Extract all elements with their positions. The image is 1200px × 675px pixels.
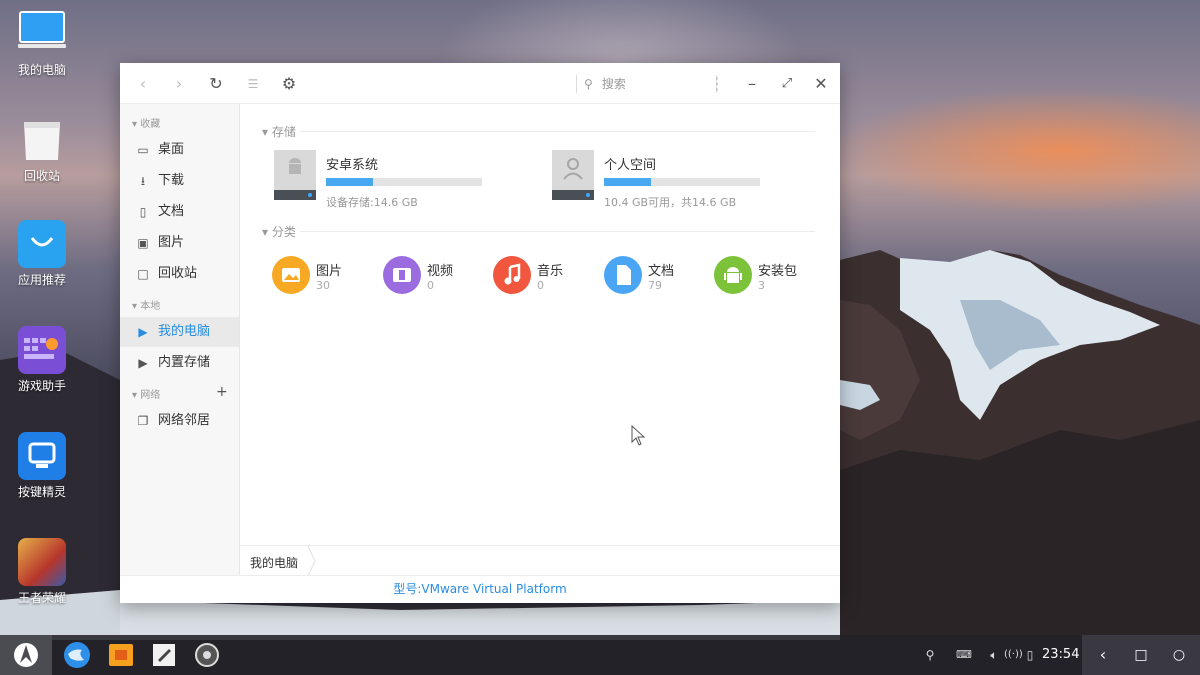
divider bbox=[300, 131, 815, 132]
user-drive-icon bbox=[552, 150, 594, 200]
drive-android-system[interactable]: 安卓系统 设备存储:14.6 GB bbox=[274, 150, 514, 210]
doc-icon bbox=[604, 256, 642, 294]
volume-icon[interactable]: 🔈︎ bbox=[984, 635, 1004, 675]
breadcrumb: 我的电脑 bbox=[240, 545, 840, 576]
status-bar: 型号:VMware Virtual Platform bbox=[120, 575, 840, 603]
back-icon[interactable]: ‹ bbox=[1084, 635, 1122, 675]
recycle-bin-icon bbox=[18, 116, 66, 164]
desktop-icon-my-computer[interactable]: 我的电脑 bbox=[8, 10, 76, 78]
breadcrumb-item[interactable]: 我的电脑 bbox=[250, 554, 298, 571]
close-icon[interactable]: ✕ bbox=[808, 71, 834, 97]
sidebar-item-documents[interactable]: ▯ 文档 bbox=[120, 197, 239, 227]
honor-of-kings-icon bbox=[18, 538, 66, 586]
more-icon[interactable]: ⋮ bbox=[704, 71, 730, 97]
sidebar-section-favorites: ▾ 收藏 bbox=[132, 119, 161, 130]
document-icon: ▯ bbox=[139, 205, 147, 219]
start-logo-icon bbox=[14, 643, 38, 667]
key-sprite-icon bbox=[18, 432, 66, 480]
apk-icon bbox=[714, 256, 752, 294]
add-network-icon[interactable]: + bbox=[216, 384, 228, 400]
notes-icon[interactable] bbox=[149, 640, 179, 670]
category-apk[interactable]: 安装包 3 bbox=[714, 256, 814, 296]
back-icon[interactable]: ‹ bbox=[130, 71, 156, 97]
storage-progress-bar bbox=[326, 178, 482, 186]
main-content: ▾ 存储 安卓系统 设备存储:14.6 GB 个人空间 10.4 GB可用，共1… bbox=[240, 104, 840, 545]
sidebar-item-my-computer[interactable]: ▶ 我的电脑 bbox=[120, 317, 239, 347]
maximize-icon[interactable]: ⤢ bbox=[774, 71, 800, 97]
desktop-icon-recycle-bin[interactable]: 回收站 bbox=[8, 116, 76, 184]
search-input[interactable]: ⚲ 搜索 bbox=[584, 73, 694, 95]
category-section-title: ▾ 分类 bbox=[262, 225, 296, 239]
network-icon[interactable]: ((·)) bbox=[1004, 635, 1023, 675]
forward-icon[interactable]: › bbox=[166, 71, 192, 97]
caret-right-icon: ▶ bbox=[138, 356, 148, 370]
network-neighborhood-icon: ❐ bbox=[137, 414, 149, 428]
sidebar-section-local: ▾ 本地 bbox=[132, 301, 161, 312]
sidebar-item-download[interactable]: ⭳ 下载 bbox=[120, 166, 239, 196]
category-pictures[interactable]: 图片 30 bbox=[272, 256, 372, 296]
browser-icon[interactable] bbox=[62, 640, 92, 670]
app-store-icon bbox=[18, 220, 66, 268]
image-icon: ▣ bbox=[137, 236, 149, 250]
breadcrumb-separator bbox=[307, 546, 316, 576]
category-music[interactable]: 音乐 0 bbox=[493, 256, 593, 296]
category-documents[interactable]: 文档 79 bbox=[604, 256, 704, 296]
picture-icon bbox=[272, 256, 310, 294]
sidebar-item-images[interactable]: ▣ 图片 bbox=[120, 228, 239, 258]
keyboard-icon[interactable]: ⌨ bbox=[952, 635, 976, 675]
desktop-icon-key-sprite[interactable]: 按键精灵 bbox=[8, 432, 76, 500]
recents-icon[interactable]: ○ bbox=[1160, 635, 1198, 675]
game-keyboard-icon bbox=[18, 326, 66, 374]
file-manager-icon[interactable] bbox=[106, 640, 136, 670]
clock[interactable]: 23:54 bbox=[1042, 635, 1079, 675]
grid-view-icon[interactable]: ☰ bbox=[240, 71, 266, 97]
drive-personal-space[interactable]: 个人空间 10.4 GB可用，共14.6 GB bbox=[552, 150, 792, 210]
caret-right-icon: ▶ bbox=[138, 325, 148, 339]
refresh-icon[interactable]: ↻ bbox=[203, 71, 229, 97]
minimize-icon[interactable]: – bbox=[739, 71, 765, 97]
taskbar: ⚲ ⌨ 🔈︎ ((·)) ▯ 23:54 ‹ □ ○ bbox=[0, 635, 1200, 675]
storage-section-title: ▾ 存储 bbox=[262, 125, 296, 139]
storage-progress-bar bbox=[604, 178, 760, 186]
download-icon: ⭳ bbox=[140, 174, 146, 188]
desktop-icon-honor-of-kings[interactable]: 王者荣耀 bbox=[8, 538, 76, 606]
category-videos[interactable]: 视频 0 bbox=[383, 256, 483, 296]
desktop-icon-game-assistant[interactable]: 游戏助手 bbox=[8, 326, 76, 394]
start-button[interactable] bbox=[0, 635, 52, 675]
computer-icon bbox=[18, 10, 66, 58]
desktop-icon: ▭ bbox=[137, 143, 149, 157]
search-icon[interactable]: ⚲ bbox=[920, 635, 940, 675]
file-manager-window: ‹ › ↻ ☰ ⚙ ⚲ 搜索 ⋮ – ⤢ ✕ ▾ 收藏 ▭ 桌面 ⭳ 下载 ▯ … bbox=[120, 63, 840, 603]
video-icon bbox=[383, 256, 421, 294]
battery-icon[interactable]: ▯ bbox=[1022, 635, 1038, 675]
sidebar-item-desktop[interactable]: ▭ 桌面 bbox=[120, 135, 239, 165]
sidebar-item-trash[interactable]: □ 回收站 bbox=[120, 259, 239, 289]
desktop-icon-app-store[interactable]: 应用推荐 bbox=[8, 220, 76, 288]
home-icon[interactable]: □ bbox=[1122, 635, 1160, 675]
sidebar-section-network: ▾ 网络 bbox=[132, 390, 161, 401]
divider bbox=[300, 231, 815, 232]
navigation-bar: ‹ □ ○ bbox=[1082, 635, 1200, 675]
settings-icon[interactable] bbox=[192, 640, 222, 670]
search-icon: ⚲ bbox=[584, 77, 593, 91]
sidebar-item-network-neighborhood[interactable]: ❐ 网络邻居 bbox=[120, 406, 239, 436]
mouse-cursor-icon bbox=[631, 425, 646, 446]
window-toolbar: ‹ › ↻ ☰ ⚙ ⚲ 搜索 ⋮ – ⤢ ✕ bbox=[120, 63, 840, 104]
gear-icon[interactable]: ⚙ bbox=[276, 71, 302, 97]
toolbar-divider bbox=[576, 75, 577, 93]
sidebar: ▾ 收藏 ▭ 桌面 ⭳ 下载 ▯ 文档 ▣ 图片 □ 回收站 ▾ 本地 ▶ 我的… bbox=[120, 104, 240, 603]
music-icon bbox=[493, 256, 531, 294]
android-drive-icon bbox=[274, 150, 316, 200]
trash-icon: □ bbox=[137, 267, 149, 281]
sidebar-item-internal-storage[interactable]: ▶ 内置存储 bbox=[120, 348, 239, 378]
